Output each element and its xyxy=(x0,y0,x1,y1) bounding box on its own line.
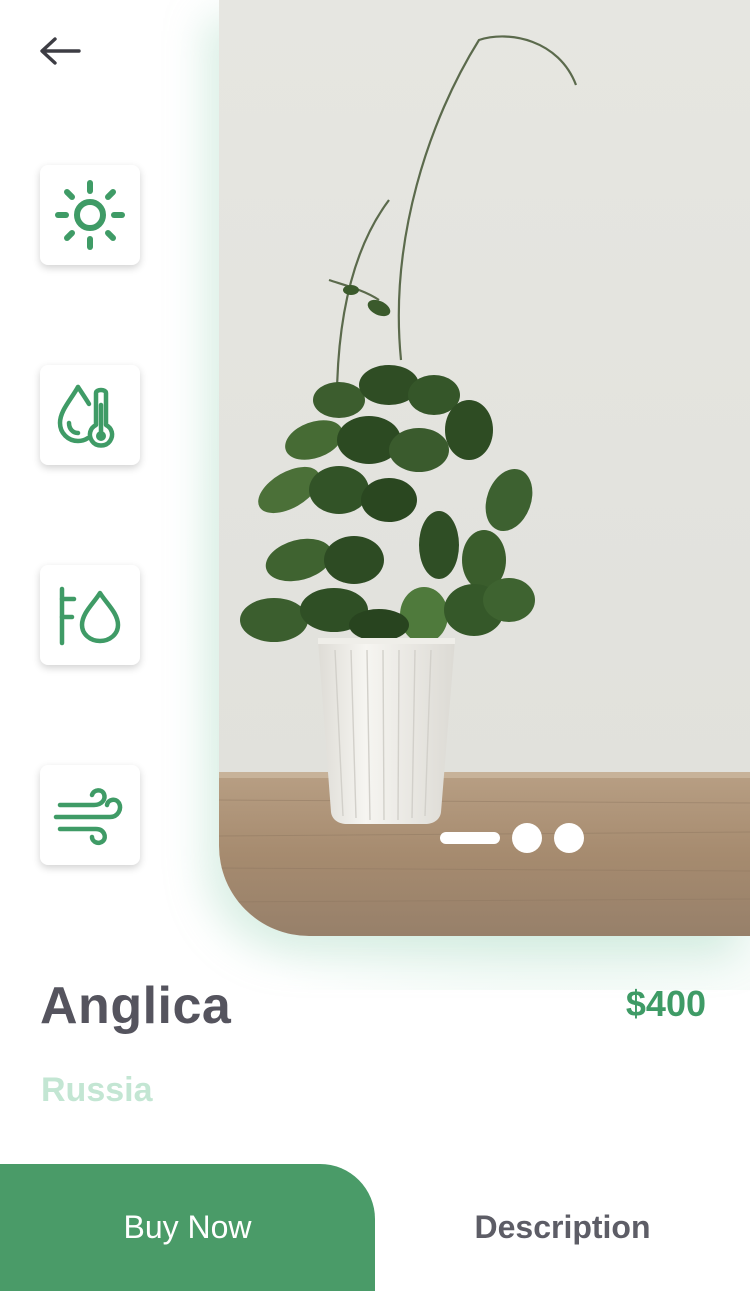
feature-airflow-button[interactable] xyxy=(40,765,140,865)
product-name: Anglica xyxy=(40,977,232,1035)
plant-hero-image xyxy=(219,0,750,936)
feature-sunlight-button[interactable] xyxy=(40,165,140,265)
sun-icon xyxy=(55,180,125,250)
back-button[interactable] xyxy=(36,30,84,72)
buy-now-button[interactable]: Buy Now xyxy=(0,1164,375,1291)
water-level-icon xyxy=(59,586,121,646)
plant-illustration xyxy=(219,0,750,936)
feature-humidity-button[interactable] xyxy=(40,365,140,465)
feature-water-button[interactable] xyxy=(40,565,140,665)
carousel-dot-active[interactable] xyxy=(440,832,500,844)
product-origin: Russia xyxy=(41,1071,153,1109)
description-tab[interactable]: Description xyxy=(375,1164,750,1291)
product-price: $400 xyxy=(625,983,706,1024)
carousel-dot[interactable] xyxy=(512,823,542,853)
carousel-dot[interactable] xyxy=(554,823,584,853)
wind-icon xyxy=(53,788,123,846)
humidity-temperature-icon xyxy=(57,384,115,448)
arrow-left-icon xyxy=(40,37,81,65)
carousel-indicator xyxy=(440,822,584,854)
